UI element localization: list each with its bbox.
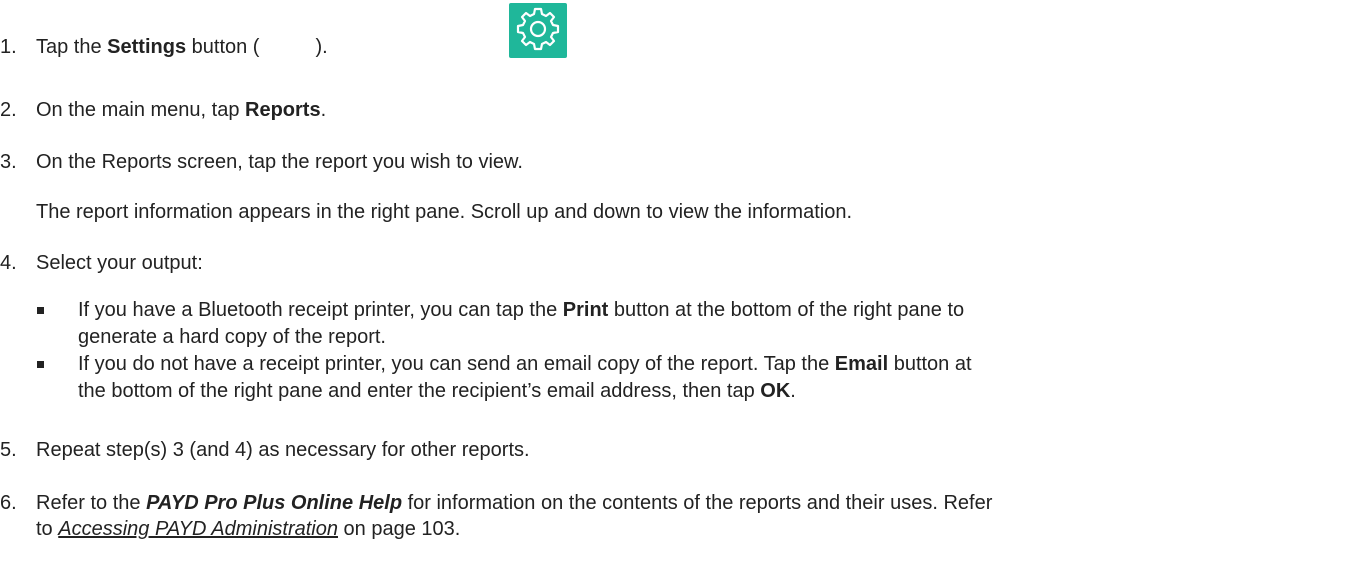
- step-text: Refer to the: [36, 492, 147, 514]
- step-number: 5.: [0, 439, 17, 461]
- step-text: Tap the: [36, 36, 108, 58]
- bullet-text: If you do not have a receipt printer, yo…: [78, 353, 835, 375]
- step-2: 2. On the main menu, tap Reports.: [0, 97, 326, 123]
- bullet-1-line-2: generate a hard copy of the report.: [78, 326, 386, 348]
- step-text: On the Reports screen, tap the report yo…: [36, 151, 523, 173]
- bullet-text: If you have a Bluetooth receipt printer,…: [78, 299, 563, 321]
- print-label: Print: [562, 299, 609, 321]
- instructions-page: 1. Tap the Settings button (). 2. On the…: [0, 0, 1348, 579]
- bullet-text: button at the bottom of the right pane t…: [608, 299, 965, 321]
- step-5: 5. Repeat step(s) 3 (and 4) as necessary…: [0, 437, 530, 463]
- step-text: .: [320, 99, 327, 121]
- step-4: 4. Select your output:: [0, 250, 203, 276]
- bullet-marker: [37, 307, 44, 314]
- bullet-text: button at: [888, 353, 972, 375]
- settings-label: Settings: [107, 36, 187, 58]
- bullet-text: .: [790, 380, 796, 402]
- online-help-title: PAYD Pro Plus Online Help: [146, 492, 403, 514]
- accessing-admin-link[interactable]: Accessing PAYD Administration: [58, 518, 338, 540]
- step-6-line-2: to Accessing PAYD Administration on page…: [36, 516, 460, 542]
- reports-label: Reports: [245, 99, 321, 121]
- step-number: 3.: [0, 151, 17, 173]
- step-number: 1.: [0, 36, 17, 58]
- step-text: to: [36, 518, 59, 540]
- settings-gear-icon: [509, 3, 567, 58]
- bullet-1-line-1: If you have a Bluetooth receipt printer,…: [78, 297, 964, 323]
- step-3-note: The report information appears in the ri…: [36, 201, 853, 223]
- bullet-marker: [37, 361, 44, 368]
- step-text: button (: [186, 36, 260, 58]
- bullet-2-line-2: the bottom of the right pane and enter t…: [78, 378, 796, 404]
- step-text: On the main menu, tap: [36, 99, 246, 121]
- email-label: Email: [834, 353, 889, 375]
- step-number: 4.: [0, 252, 17, 274]
- step-number: 2.: [0, 99, 17, 121]
- bullet-2-line-1: If you do not have a receipt printer, yo…: [78, 351, 972, 377]
- bullet-text: the bottom of the right pane and enter t…: [78, 380, 761, 402]
- step-text: on page 103.: [338, 518, 461, 540]
- ok-label: OK: [760, 380, 791, 402]
- step-6: 6. Refer to the PAYD Pro Plus Online Hel…: [0, 490, 992, 516]
- step-text: for information on the contents of the r…: [402, 492, 993, 514]
- step-1: 1. Tap the Settings button ().: [0, 34, 328, 60]
- step-text: ).: [315, 36, 328, 58]
- gear-icon: [516, 7, 560, 51]
- step-text: Repeat step(s) 3 (and 4) as necessary fo…: [36, 439, 530, 461]
- step-text: Select your output:: [36, 252, 203, 274]
- step-3: 3. On the Reports screen, tap the report…: [0, 149, 523, 175]
- step-number: 6.: [0, 492, 17, 514]
